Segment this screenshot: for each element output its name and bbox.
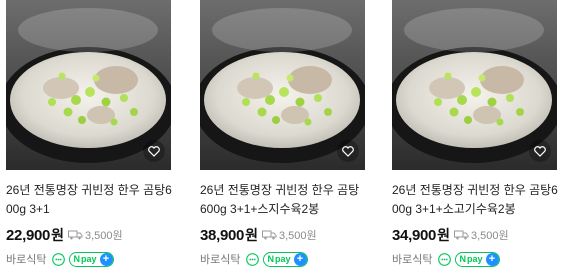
product-price: 38,900 xyxy=(200,226,245,244)
shipping-fee: 3,500원 xyxy=(261,227,317,243)
npay-plus-icon[interactable]: N pay + xyxy=(263,251,308,267)
seller-name[interactable]: 바로식탁 xyxy=(200,251,240,267)
shipping-fee: 3,500원 xyxy=(453,227,509,243)
product-price: 22,900 xyxy=(6,226,51,244)
heart-icon xyxy=(342,145,354,157)
plus-icon: + xyxy=(293,252,307,266)
npay-n-mark: N xyxy=(73,254,80,264)
truck-icon xyxy=(261,230,277,240)
npay-label: pay xyxy=(274,254,291,264)
seller-row: 바로식탁 N pay + xyxy=(392,251,564,267)
product-thumbnail[interactable] xyxy=(6,0,171,170)
talk-bubble-icon[interactable] xyxy=(52,252,66,266)
npay-n-mark: N xyxy=(459,254,466,264)
product-card[interactable]: 26년 전통명장 귀빈정 한우 곰탕600g 3+1 22,900 원 3,50… xyxy=(6,0,178,278)
product-thumbnail[interactable] xyxy=(392,0,557,170)
price-currency: 원 xyxy=(51,227,64,243)
wishlist-button[interactable] xyxy=(337,140,359,162)
heart-icon xyxy=(534,145,546,157)
product-title[interactable]: 26년 전통명장 귀빈정 한우 곰탕600g 3+1 xyxy=(6,181,174,219)
npay-label: pay xyxy=(466,254,483,264)
product-card[interactable]: 26년 전통명장 귀빈정 한우 곰탕 600g 3+1+스지수육2봉 38,90… xyxy=(200,0,372,278)
product-title[interactable]: 26년 전통명장 귀빈정 한우 곰탕 600g 3+1+스지수육2봉 xyxy=(200,181,368,219)
truck-icon xyxy=(453,230,469,240)
product-price: 34,900 xyxy=(392,226,437,244)
shipping-fee-text: 3,500원 xyxy=(470,230,509,242)
price-row: 22,900 원 3,500원 xyxy=(6,225,178,245)
product-card[interactable]: 26년 전통명장 귀빈정 한우 곰탕600g 3+1+소고기수육2봉 34,90… xyxy=(392,0,564,278)
heart-icon xyxy=(148,145,160,157)
seller-name[interactable]: 바로식탁 xyxy=(392,251,432,267)
product-grid: 26년 전통명장 귀빈정 한우 곰탕600g 3+1 22,900 원 3,50… xyxy=(0,0,570,278)
talk-bubble-icon[interactable] xyxy=(438,252,452,266)
wishlist-button[interactable] xyxy=(143,140,165,162)
truck-icon xyxy=(67,230,83,240)
npay-label: pay xyxy=(80,254,97,264)
shipping-fee-text: 3,500원 xyxy=(278,230,317,242)
price-row: 34,900 원 3,500원 xyxy=(392,225,564,245)
npay-plus-icon[interactable]: N pay + xyxy=(455,251,500,267)
product-thumbnail[interactable] xyxy=(200,0,365,170)
seller-row: 바로식탁 N pay + xyxy=(200,251,372,267)
price-currency: 원 xyxy=(245,227,258,243)
npay-n-mark: N xyxy=(267,254,274,264)
plus-icon: + xyxy=(99,252,113,266)
shipping-fee: 3,500원 xyxy=(67,227,123,243)
npay-plus-icon[interactable]: N pay + xyxy=(69,251,114,267)
seller-name[interactable]: 바로식탁 xyxy=(6,251,46,267)
price-row: 38,900 원 3,500원 xyxy=(200,225,372,245)
wishlist-button[interactable] xyxy=(529,140,551,162)
price-currency: 원 xyxy=(437,227,450,243)
talk-bubble-icon[interactable] xyxy=(246,252,260,266)
product-title[interactable]: 26년 전통명장 귀빈정 한우 곰탕600g 3+1+소고기수육2봉 xyxy=(392,181,560,219)
seller-row: 바로식탁 N pay + xyxy=(6,251,178,267)
shipping-fee-text: 3,500원 xyxy=(84,230,123,242)
plus-icon: + xyxy=(485,252,499,266)
